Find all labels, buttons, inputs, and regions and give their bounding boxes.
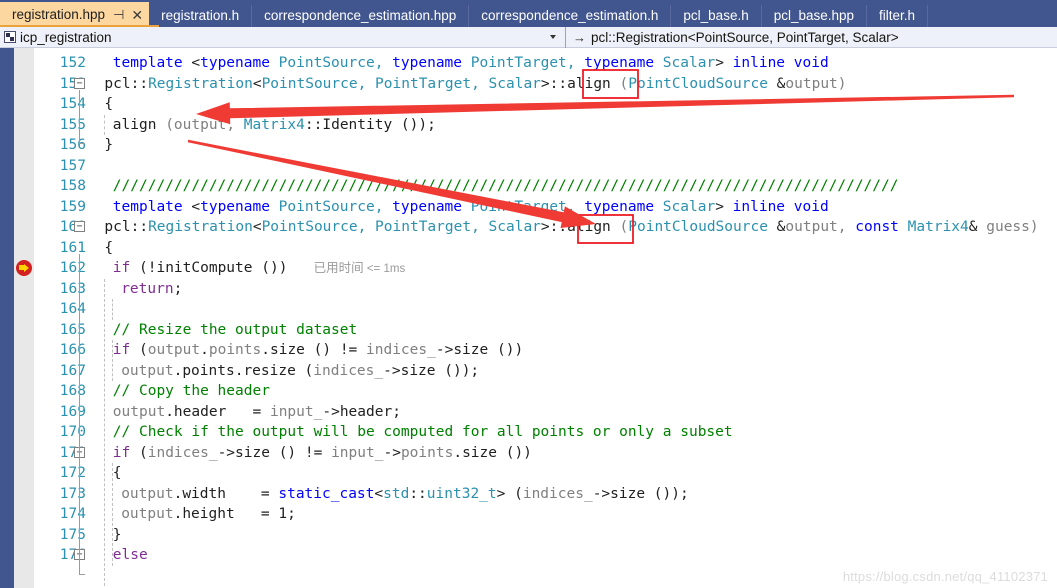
member-selector-dropdown[interactable]: → pcl::Registration<PointSource, PointTa…: [565, 26, 1057, 48]
code-line-text: template <typename PointSource, typename…: [112, 198, 829, 215]
editor-tab-filter-h[interactable]: filter.h: [867, 5, 929, 27]
fold-region-line: [79, 253, 80, 574]
code-line[interactable]: 169 output.header = input_->header;: [34, 402, 1057, 423]
code-line[interactable]: 160 pcl::Registration<PointSource, PointT…: [34, 217, 1057, 238]
code-text-area[interactable]: 152 template <typename PointSource, typen…: [16, 48, 1057, 588]
close-tab-icon[interactable]: ✕: [131, 8, 143, 22]
code-line-text: pcl::Registration<PointSource, PointTarg…: [104, 219, 1039, 235]
selection-indicator-margin: [0, 48, 14, 588]
code-line[interactable]: 156}: [34, 135, 1057, 156]
class-selector-label: icp_registration: [20, 29, 112, 45]
code-line-text: output.height = 1;: [121, 506, 296, 522]
code-line[interactable]: 157: [34, 156, 1057, 177]
editor-tab-pcl-base-h[interactable]: pcl_base.h: [671, 5, 762, 27]
tab-label: filter.h: [879, 8, 916, 23]
fold-collapse-icon[interactable]: −: [74, 77, 85, 89]
tab-label: correspondence_estimation.hpp: [264, 8, 457, 23]
code-line-text: if (!initCompute ()) 已用时间 <= 1ms: [112, 260, 406, 276]
editor-tab-registration-h[interactable]: registration.h: [149, 5, 253, 27]
code-line[interactable]: 165// Resize the output dataset: [34, 320, 1057, 341]
indent-guide: [112, 299, 113, 320]
code-line-text: return;: [121, 280, 183, 297]
chevron-down-icon[interactable]: [550, 35, 556, 39]
code-line-text: {: [104, 239, 114, 256]
fold-region-end: [79, 573, 85, 575]
editor-tab-correspondence-estimation-h[interactable]: correspondence_estimation.h: [469, 5, 672, 27]
code-line[interactable]: 168// Copy the header: [34, 381, 1057, 402]
tab-label: registration.hpp: [12, 7, 106, 22]
code-line[interactable]: 167 output.points.resize (indices_->size …: [34, 361, 1057, 382]
pin-tab-icon[interactable]: ⊣: [113, 8, 124, 21]
code-line[interactable]: 158 /////////////////////////////////////…: [34, 176, 1057, 197]
breakpoint-glyph-margin[interactable]: [14, 48, 34, 588]
class-selector-dropdown[interactable]: icp_registration: [0, 27, 565, 48]
code-line-text: // Check if the output will be computed …: [112, 424, 733, 440]
line-number: 157: [59, 157, 86, 174]
code-line-text: // Copy the header: [112, 383, 270, 399]
code-line[interactable]: 154{: [34, 94, 1057, 115]
indent-guide: [112, 463, 113, 566]
line-number: 159: [59, 198, 86, 215]
editor-tab-pcl-base-hpp[interactable]: pcl_base.hpp: [762, 5, 868, 27]
code-line-text: else: [112, 547, 148, 563]
line-number: 158: [59, 178, 86, 194]
code-line[interactable]: 175}: [34, 525, 1057, 546]
watermark-text: https://blog.csdn.net/qq_41102371: [842, 569, 1048, 584]
code-line[interactable]: 161{: [34, 238, 1057, 259]
code-navigation-bar: icp_registration → pcl::Registration<Poi…: [0, 25, 1057, 48]
elapsed-time-codelens[interactable]: 已用时间 <= 1ms: [314, 261, 406, 275]
editor-tab-registration-hpp[interactable]: registration.hpp ⊣ ✕: [0, 2, 150, 27]
code-line-text: pcl::Registration<PointSource, PointTarg…: [104, 75, 847, 92]
code-line-text: }: [112, 526, 122, 543]
code-line-text: // Resize the output dataset: [112, 321, 358, 338]
fold-region-end: [79, 143, 85, 144]
code-line[interactable]: 166 if (output.points.size () != indices_…: [34, 340, 1057, 361]
code-line-text: output.header = input_->header;: [112, 403, 401, 420]
code-line-text: if (indices_->size () != input_->points.…: [112, 444, 532, 461]
code-line[interactable]: 164: [34, 299, 1057, 320]
code-line[interactable]: 171 if (indices_->size () != input_->poin…: [34, 443, 1057, 464]
code-editor-surface[interactable]: 152 template <typename PointSource, typen…: [0, 48, 1057, 588]
code-line[interactable]: 159 template <typename PointSource, typen…: [34, 197, 1057, 218]
indent-guide: [104, 114, 105, 135]
fold-region-line: [79, 89, 80, 143]
indent-guide: [112, 340, 113, 381]
code-line-text: output.points.resize (indices_->size ())…: [121, 362, 480, 379]
code-line-text: }: [104, 137, 114, 153]
code-line[interactable]: 162 if (!initCompute ()) 已用时间 <= 1ms: [16, 258, 1057, 279]
tab-label: registration.h: [161, 8, 240, 23]
code-line-text: {: [104, 96, 114, 112]
code-line[interactable]: 152 template <typename PointSource, typen…: [34, 53, 1057, 74]
code-line[interactable]: 174 output.height = 1;: [34, 504, 1057, 525]
code-line-text: template <typename PointSource, typename…: [112, 55, 829, 71]
editor-tab-strip: registration.hpp ⊣ ✕ registration.h correspo…: [0, 0, 1057, 27]
tab-label: correspondence_estimation.h: [481, 8, 659, 23]
fold-collapse-icon[interactable]: −: [74, 221, 85, 232]
code-line[interactable]: 173 output.width = static_cast<std::uint3…: [34, 484, 1057, 505]
method-arrow-icon: →: [573, 29, 586, 45]
code-line[interactable]: 170// Check if the output will be comput…: [34, 422, 1057, 443]
code-line[interactable]: 153 pcl::Registration<PointSource, PointT…: [34, 74, 1057, 95]
code-line[interactable]: 172{: [34, 463, 1057, 484]
code-line[interactable]: 176else−: [34, 545, 1057, 566]
code-line-text: if (output.points.size () != indices_->s…: [112, 342, 524, 358]
code-line-text: ////////////////////////////////////////…: [112, 178, 899, 194]
member-selector-label: pcl::Registration<PointSource, PointTarg…: [591, 29, 899, 45]
code-line[interactable]: 163 return;: [34, 279, 1057, 300]
current-statement-arrow-icon[interactable]: [16, 260, 32, 276]
class-icon: [4, 31, 16, 43]
line-number: 152: [59, 55, 86, 71]
tab-label: pcl_base.hpp: [773, 8, 855, 23]
code-line-text: {: [112, 465, 122, 481]
code-line-text: output.width = static_cast<std::uint32_t…: [121, 485, 689, 502]
tab-label: pcl_base.h: [683, 8, 749, 23]
editor-tab-correspondence-estimation-hpp[interactable]: correspondence_estimation.hpp: [252, 5, 470, 27]
visual-studio-editor-window: registration.hpp ⊣ ✕ registration.h correspo…: [0, 0, 1057, 588]
code-line-text: align (output, Matrix4::Identity ());: [112, 116, 436, 133]
indent-guide: [104, 278, 105, 586]
code-line[interactable]: 155 align (output, Matrix4::Identity ());: [34, 115, 1057, 136]
